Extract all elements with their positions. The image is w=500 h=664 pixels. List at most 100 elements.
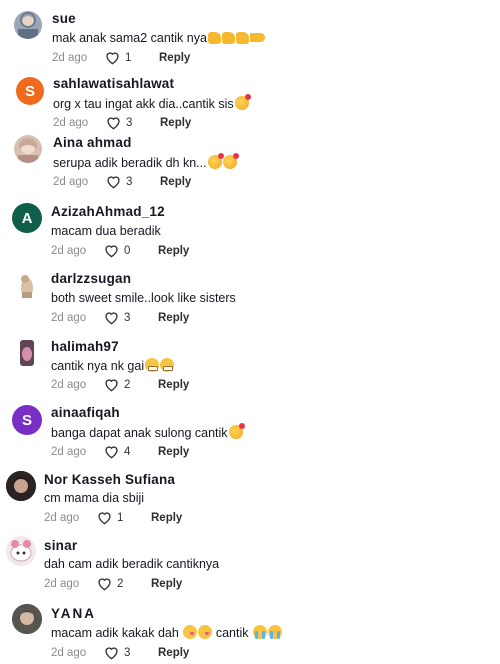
comment-text: serupa adik beradik dh kn... [53, 153, 239, 170]
comment-text-content: both sweet smile..look like sisters [51, 291, 236, 305]
comment-date: 2d ago [44, 577, 80, 590]
like-button[interactable]: 1 [104, 50, 159, 65]
reply-button[interactable]: Reply [151, 512, 182, 524]
avatar[interactable] [12, 270, 42, 300]
thumbs-up-emoji [235, 32, 249, 44]
avatar[interactable] [12, 604, 42, 634]
heart-icon [105, 245, 118, 258]
like-button[interactable]: 2 [103, 377, 158, 392]
like-button[interactable]: 3 [105, 115, 160, 130]
reply-button[interactable]: Reply [158, 312, 189, 324]
comment-date: 2d ago [53, 175, 89, 188]
thumbs-up-emoji [221, 32, 235, 44]
like-button[interactable]: 1 [96, 510, 151, 525]
comment-meta: 2d ago 3 Reply [51, 310, 189, 325]
like-button[interactable]: 2 [96, 576, 151, 591]
comment-text: macam adik kakak dah cantik [51, 625, 282, 640]
comment-text-content: banga dapat anak sulong cantik [51, 426, 228, 440]
avatar[interactable]: S [16, 77, 44, 105]
username[interactable]: sahlawatisahlawat [53, 76, 174, 91]
heart-icon [107, 176, 120, 189]
comment-date: 2d ago [51, 445, 87, 458]
comment-text: cm mama dia sbiji [44, 491, 144, 505]
comment-date: 2d ago [53, 116, 89, 129]
username[interactable]: Aina ahmad [53, 135, 132, 150]
reply-button[interactable]: Reply [151, 578, 182, 590]
reply-button[interactable]: Reply [160, 117, 191, 129]
heart-icon [105, 312, 118, 325]
like-button[interactable]: 3 [103, 310, 158, 325]
comment-meta: 2d ago 3 Reply [53, 174, 191, 189]
like-button[interactable]: 4 [103, 444, 158, 459]
comment-text-content: org x tau ingat akk dia..cantik sis [53, 97, 234, 111]
username[interactable]: AzizahAhmad_12 [51, 204, 165, 219]
heart-icon [105, 446, 118, 459]
comment-text-content: mak anak sama2 cantik nya [52, 31, 207, 45]
comment-text: org x tau ingat akk dia..cantik sis [53, 94, 251, 111]
heart-icon [98, 512, 111, 525]
crying-emoji [252, 625, 267, 639]
avatar[interactable] [14, 11, 42, 39]
comment-text: both sweet smile..look like sisters [51, 291, 236, 305]
like-button[interactable]: 0 [103, 243, 158, 258]
username[interactable]: YANA [51, 606, 96, 621]
smiling-hearts-emoji [222, 153, 239, 169]
like-count: 1 [125, 51, 132, 64]
comment-text: dah cam adik beradik cantiknya [44, 557, 219, 571]
username[interactable]: Nor Kasseh Sufiana [44, 472, 175, 487]
comment-date: 2d ago [52, 51, 88, 64]
comment-text-content: cantik [215, 626, 249, 640]
like-count: 2 [117, 577, 124, 590]
reply-button[interactable]: Reply [158, 647, 189, 659]
comment-date: 2d ago [51, 378, 87, 391]
heart-icon [105, 647, 118, 660]
reply-button[interactable]: Reply [158, 379, 189, 391]
username[interactable]: darlzzsugan [51, 271, 131, 286]
grimacing-emoji [145, 358, 160, 372]
reply-button[interactable]: Reply [160, 176, 191, 188]
like-count: 4 [124, 445, 131, 458]
like-count: 2 [124, 378, 131, 391]
comment-meta: 2d ago 1 Reply [52, 50, 190, 65]
username[interactable]: ainaafiqah [51, 405, 120, 420]
like-count: 3 [126, 116, 133, 129]
winking-tongue-emoji [198, 625, 213, 639]
username[interactable]: halimah97 [51, 339, 119, 354]
comment-text-content: dah cam adik beradik cantiknya [44, 557, 220, 571]
comment-text: mak anak sama2 cantik nya [52, 31, 265, 45]
like-button[interactable]: 3 [105, 174, 160, 189]
smiling-hearts-emoji [234, 94, 251, 110]
like-count: 1 [117, 511, 124, 524]
avatar[interactable]: S [12, 405, 42, 435]
comment-meta: 2d ago 2 Reply [51, 377, 189, 392]
comment-meta: 2d ago 2 Reply [44, 576, 182, 591]
avatar[interactable] [14, 135, 42, 163]
reply-button[interactable]: Reply [158, 446, 189, 458]
avatar[interactable]: A [12, 203, 42, 233]
avatar[interactable] [12, 338, 42, 368]
grimacing-emoji [160, 358, 175, 372]
avatar[interactable] [6, 536, 36, 566]
comment-date: 2d ago [51, 311, 87, 324]
username[interactable]: sue [52, 11, 76, 26]
reply-button[interactable]: Reply [158, 245, 189, 257]
like-button[interactable]: 3 [103, 645, 158, 660]
comment-meta: 2d ago 4 Reply [51, 444, 189, 459]
comment-text-content: macam adik kakak dah [51, 626, 179, 640]
reply-button[interactable]: Reply [159, 52, 190, 64]
comment-date: 2d ago [51, 646, 87, 659]
like-count: 0 [124, 244, 131, 257]
comment-text-content: cantik nya nk gai [51, 359, 145, 373]
comment-meta: 2d ago 1 Reply [44, 510, 182, 525]
crying-emoji [267, 625, 282, 639]
username[interactable]: sinar [44, 538, 77, 553]
heart-icon [106, 52, 119, 65]
heart-icon [105, 379, 118, 392]
like-count: 3 [124, 311, 131, 324]
comment-meta: 2d ago 0 Reply [51, 243, 189, 258]
avatar[interactable] [6, 471, 36, 501]
like-count: 3 [124, 646, 131, 659]
smiling-hearts-emoji [228, 423, 245, 439]
comment-text-content: macam dua beradik [51, 224, 161, 238]
heart-icon [107, 117, 120, 130]
